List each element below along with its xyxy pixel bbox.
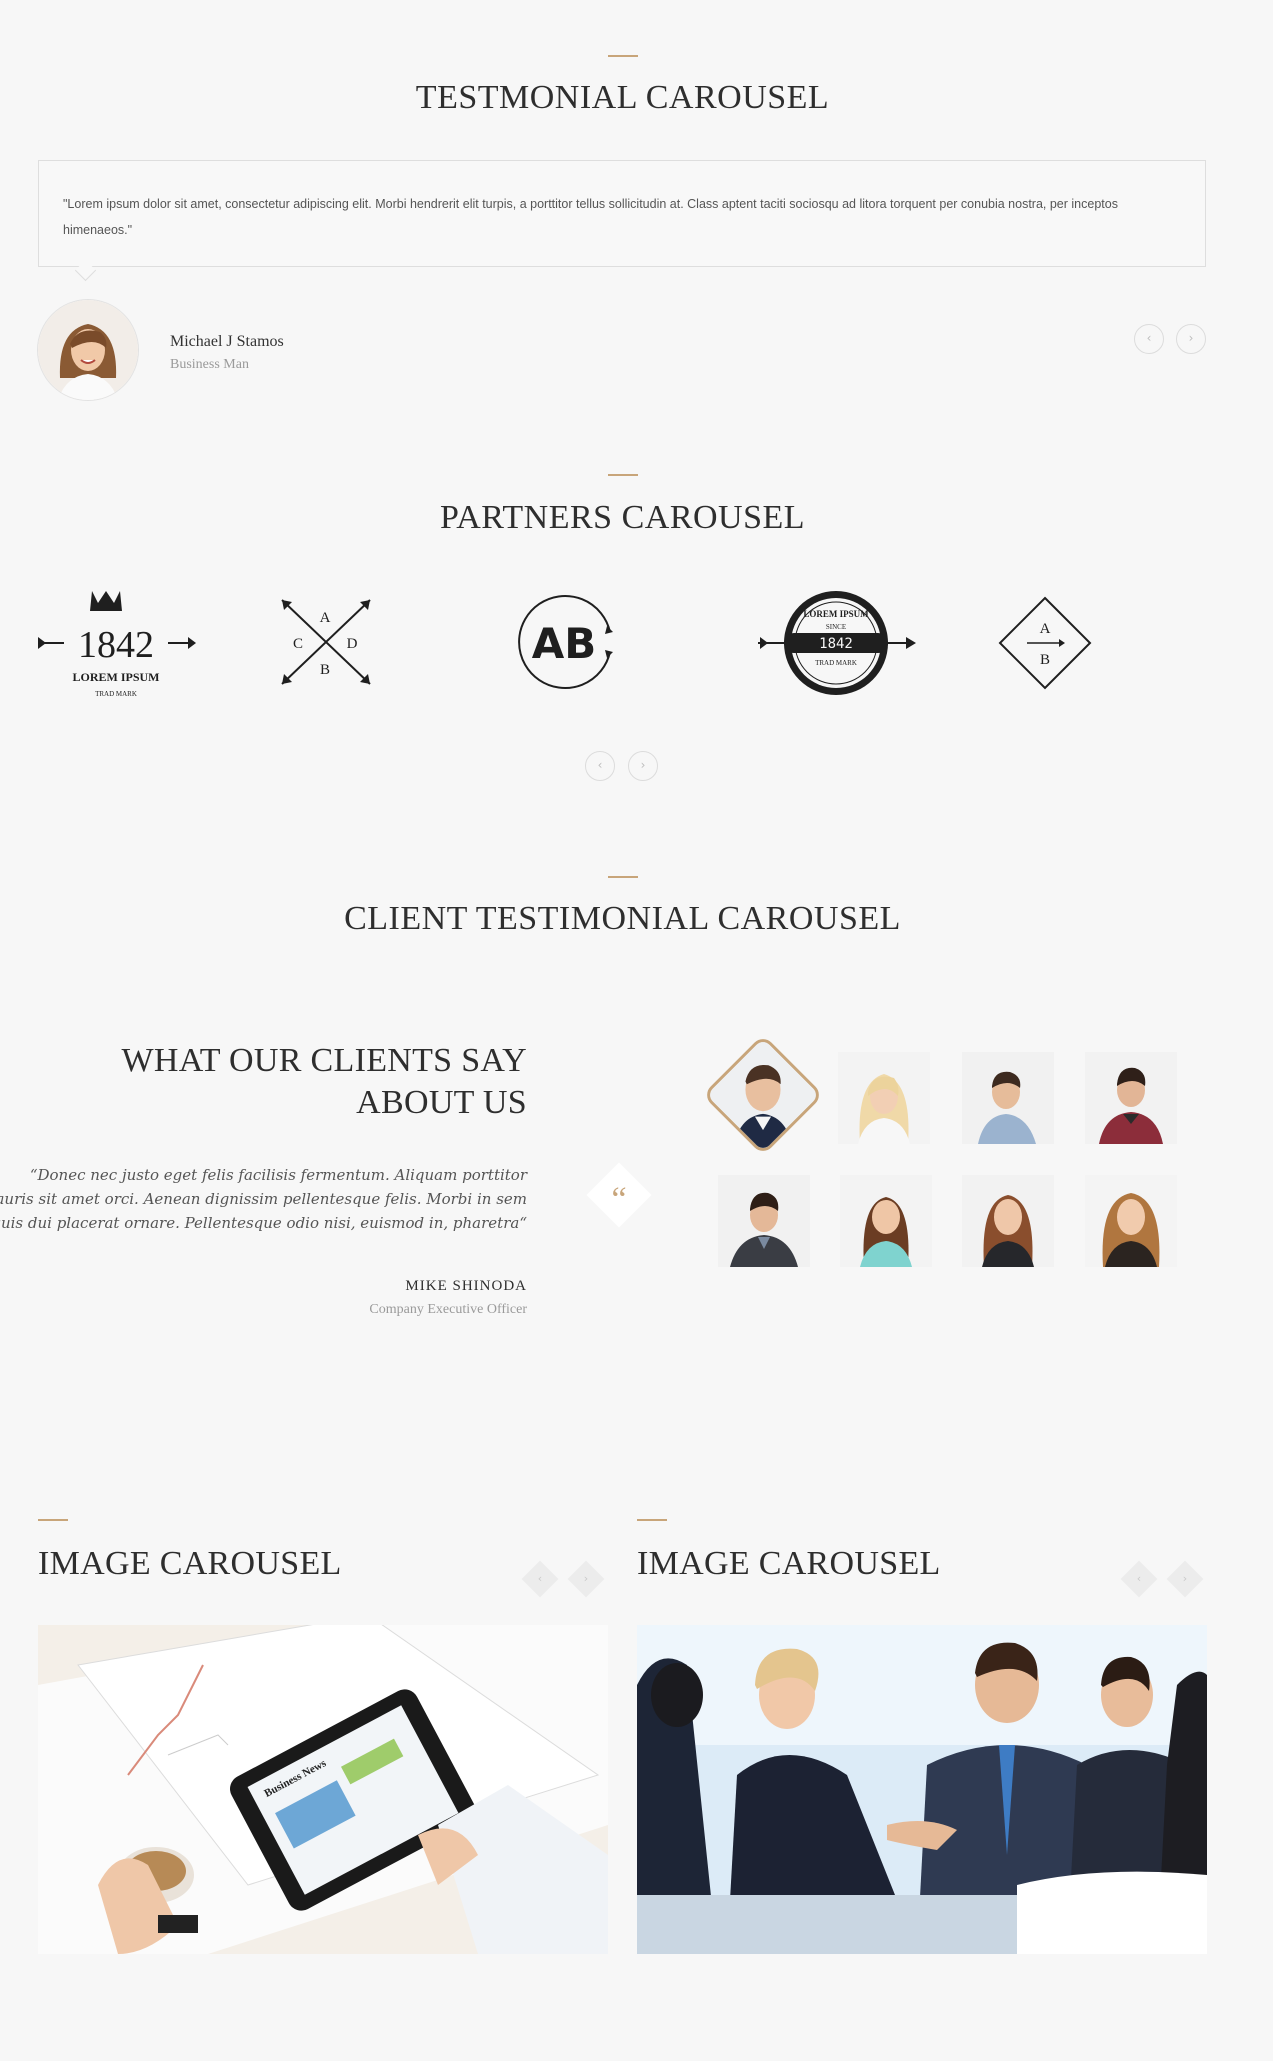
chevron-right-icon: ›	[640, 758, 646, 772]
logo4-sub: TRAD MARK	[815, 659, 857, 667]
client-thumb[interactable]	[840, 1175, 932, 1267]
quote-icon: “	[611, 1181, 627, 1218]
image-carousel-right-next-button[interactable]: ›	[1166, 1560, 1204, 1598]
client-thumb[interactable]	[718, 1175, 810, 1267]
clients-heading-line2: ABOUT US	[356, 1084, 527, 1121]
logo1-sub: TRAD MARK	[95, 690, 137, 698]
client-section-title: CLIENT TESTIMONIAL CAROUSEL	[344, 900, 901, 937]
clients-heading-line1: WHAT OUR CLIENTS SAY	[121, 1042, 527, 1079]
author-name: Michael J Stamos	[170, 333, 284, 350]
partners-prev-button[interactable]: ‹	[585, 751, 615, 781]
logo2-letter-bottom: B	[320, 662, 330, 678]
image-carousel-left-prev-button[interactable]: ‹	[521, 1560, 559, 1598]
tablet-business-news-image: Business News	[38, 1625, 608, 1954]
testimonial-next-button[interactable]: ›	[1176, 324, 1206, 354]
logo4-arc-text: LOREM IPSUM	[803, 609, 869, 619]
client-quote-line2: mauris sit amet orci. Aenean dignissim p…	[0, 1190, 527, 1208]
client-quote-line1: “Donec nec justo eget felis facilisis fe…	[29, 1166, 527, 1184]
image-carousel-title-left: IMAGE CAROUSEL	[38, 1545, 342, 1582]
image-carousel-right-prev-button[interactable]: ‹	[1120, 1560, 1158, 1598]
logo3-letters: AB	[532, 619, 597, 668]
logo4-number: 1842	[819, 636, 853, 652]
client-quote: “Donec nec justo eget felis facilisis fe…	[0, 1163, 527, 1235]
partner-logo-diamond-ab[interactable]: A B	[995, 595, 1095, 691]
client-thumb[interactable]	[838, 1052, 930, 1144]
client-name: MIKE SHINODA	[405, 1278, 527, 1294]
chevron-left-icon: ‹	[1146, 331, 1152, 345]
client-thumb[interactable]	[1085, 1175, 1177, 1267]
testimonial-prev-button[interactable]: ‹	[1134, 324, 1164, 354]
clients-heading: WHAT OUR CLIENTS SAY ABOUT US	[0, 1040, 527, 1124]
partner-logo-1842-crown[interactable]: 1842 LOREM IPSUM TRAD MARK	[36, 585, 196, 705]
client-quote-line3: quis dui placerat ornare. Pellentesque o…	[0, 1214, 527, 1232]
chevron-left-icon: ‹	[597, 758, 603, 772]
section-accent-line	[608, 876, 638, 878]
crown-icon	[90, 591, 122, 611]
partner-logo-1842-badge[interactable]: LOREM IPSUM SINCE 1842 TRAD MARK	[756, 587, 916, 699]
partner-logo-ab-circle[interactable]: AB	[512, 592, 622, 692]
logo2-letter-left: C	[293, 636, 303, 652]
logo2-letter-right: D	[347, 636, 358, 652]
client-thumb[interactable]	[962, 1175, 1054, 1267]
testimonial-quote-text: "Lorem ipsum dolor sit amet, consectetur…	[63, 197, 1118, 237]
logo5-letter-a: A	[1040, 621, 1051, 637]
logo1-number: 1842	[78, 624, 154, 666]
chevron-left-icon: ‹	[1136, 1572, 1142, 1585]
author-avatar	[38, 300, 138, 400]
partners-section-title: PARTNERS CAROUSEL	[439, 499, 806, 536]
chevron-left-icon: ‹	[537, 1572, 543, 1585]
client-thumb[interactable]	[1085, 1052, 1177, 1144]
logo2-letter-top: A	[320, 610, 331, 626]
partners-next-button[interactable]: ›	[628, 751, 658, 781]
image-carousel-left-next-button[interactable]: ›	[567, 1560, 605, 1598]
partner-logo-crossed-arrows[interactable]: A C D B	[270, 592, 380, 692]
logo4-since: SINCE	[826, 623, 846, 631]
business-handshake-image	[637, 1625, 1207, 1954]
client-role: Company Executive Officer	[369, 1302, 527, 1317]
image-carousel-title-right: IMAGE CAROUSEL	[637, 1545, 941, 1582]
author-role: Business Man	[170, 357, 249, 372]
logo1-name: LOREM IPSUM	[73, 670, 160, 684]
client-thumb[interactable]	[962, 1052, 1054, 1144]
section-accent-line	[608, 474, 638, 476]
testimonial-section-title: TESTMONIAL CAROUSEL	[415, 79, 830, 116]
chevron-right-icon: ›	[1188, 331, 1194, 345]
chevron-right-icon: ›	[583, 1572, 589, 1585]
section-accent-line	[637, 1519, 667, 1521]
client-thumb-active[interactable]	[702, 1034, 824, 1156]
section-accent-line	[38, 1519, 68, 1521]
section-accent-line	[608, 55, 638, 57]
chevron-right-icon: ›	[1182, 1572, 1188, 1585]
logo5-letter-b: B	[1040, 652, 1050, 668]
testimonial-quote-box: "Lorem ipsum dolor sit amet, consectetur…	[38, 160, 1206, 267]
